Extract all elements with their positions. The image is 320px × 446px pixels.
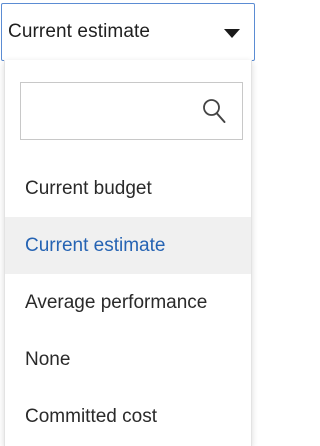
estimate-select[interactable]: Current estimate [1, 3, 255, 61]
search-input[interactable] [27, 89, 191, 135]
search-icon[interactable] [201, 97, 227, 125]
option-average-performance[interactable]: Average performance [5, 274, 251, 331]
option-committed-cost[interactable]: Committed cost [5, 388, 251, 445]
dropdown-panel: Current budget Current estimate Average … [4, 60, 252, 446]
option-list: Current budget Current estimate Average … [5, 160, 251, 445]
option-current-budget[interactable]: Current budget [5, 160, 251, 217]
caret-down-icon[interactable] [224, 28, 240, 38]
option-current-estimate[interactable]: Current estimate [5, 217, 251, 274]
option-none[interactable]: None [5, 331, 251, 388]
search-field[interactable] [20, 82, 243, 140]
select-value: Current estimate [8, 21, 151, 42]
